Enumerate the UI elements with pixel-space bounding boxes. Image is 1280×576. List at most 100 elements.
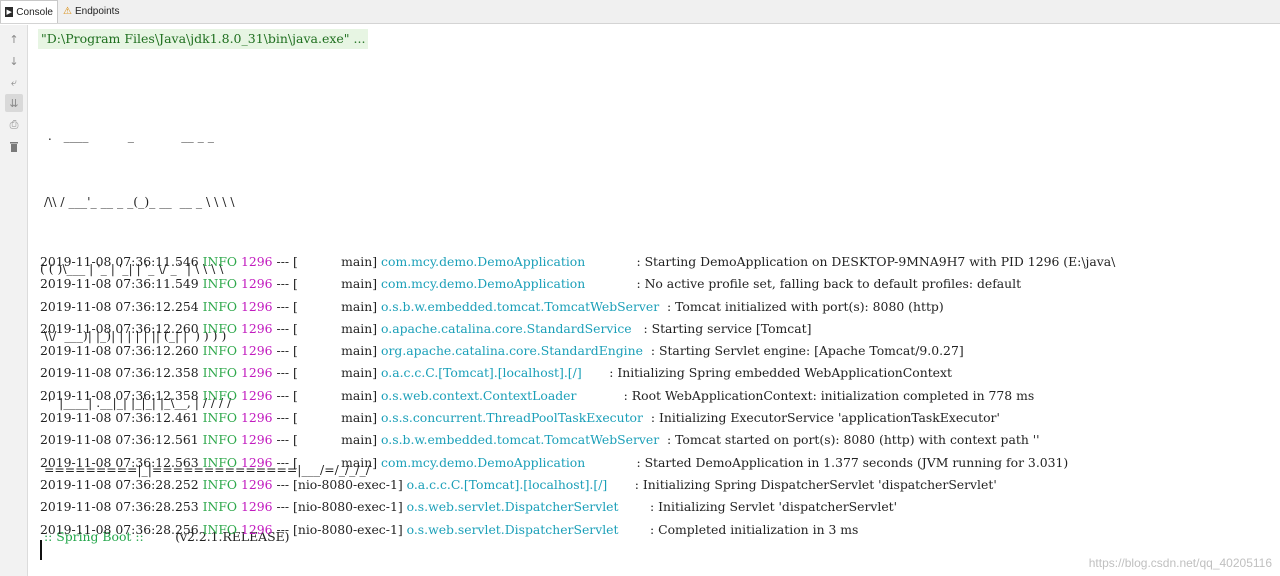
- log-timestamp: 2019-11-08 07:36:12.358: [40, 365, 199, 381]
- log-pid: 1296: [241, 343, 273, 359]
- trash-icon[interactable]: [5, 137, 23, 155]
- log-level: INFO: [202, 499, 238, 515]
- log-timestamp: 2019-11-08 07:36:11.546: [40, 254, 199, 269]
- log-level: INFO: [202, 454, 238, 470]
- log-line: 2019-11-08 07:36:11.549 INFO 1296 --- [ …: [40, 276, 1022, 292]
- log-message: Starting Servlet engine: [Apache Tomcat/…: [658, 343, 964, 359]
- log-timestamp: 2019-11-08 07:36:12.358: [40, 387, 199, 403]
- log-message: No active profile set, falling back to d…: [644, 276, 1022, 292]
- log-level: INFO: [202, 298, 238, 314]
- log-thread: [ main]: [293, 432, 378, 448]
- log-line: 2019-11-08 07:36:12.563 INFO 1296 --- [ …: [40, 454, 1069, 470]
- log-thread: [ main]: [293, 454, 378, 470]
- log-level: INFO: [202, 276, 238, 292]
- log-thread: [ main]: [293, 365, 378, 381]
- log-timestamp: 2019-11-08 07:36:12.461: [40, 410, 199, 426]
- log-pid: 1296: [241, 476, 273, 492]
- log-pid: 1296: [241, 454, 273, 470]
- log-thread: [nio-8080-exec-1]: [293, 521, 403, 537]
- log-level: INFO: [202, 476, 238, 492]
- scroll-to-end-icon[interactable]: ⇊: [5, 94, 23, 112]
- log-pid: 1296: [241, 254, 273, 269]
- log-logger: org.apache.catalina.core.StandardEngine: [381, 343, 647, 359]
- log-thread: [nio-8080-exec-1]: [293, 499, 403, 515]
- log-thread: [ main]: [293, 320, 378, 336]
- log-message: Initializing Spring embedded WebApplicat…: [617, 365, 952, 381]
- log-pid: 1296: [241, 320, 273, 336]
- log-thread: [ main]: [293, 410, 378, 426]
- log-logger: com.mcy.demo.DemoApplication: [381, 454, 633, 470]
- log-timestamp: 2019-11-08 07:36:12.260: [40, 320, 199, 336]
- tab-console-label: Console: [16, 6, 53, 18]
- log-timestamp: 2019-11-08 07:36:12.260: [40, 343, 199, 359]
- text-cursor: [40, 540, 42, 560]
- log-message: Root WebApplicationContext: initializati…: [631, 387, 1035, 403]
- log-thread: [ main]: [293, 298, 378, 314]
- tab-endpoints[interactable]: ⚠ Endpoints: [59, 0, 125, 23]
- log-logger: o.s.web.servlet.DispatcherServlet: [406, 521, 647, 537]
- log-line: 2019-11-08 07:36:12.260 INFO 1296 --- [ …: [40, 343, 964, 359]
- log-timestamp: 2019-11-08 07:36:28.256: [40, 521, 199, 537]
- log-timestamp: 2019-11-08 07:36:12.254: [40, 298, 199, 314]
- log-level: INFO: [202, 320, 238, 336]
- banner-line: /\\ / ___'_ __ _ _(_)_ __ __ _ \ \ \ \: [40, 194, 235, 210]
- tool-window-tabs: ▶ Console ⚠ Endpoints: [0, 0, 1280, 24]
- log-thread: [nio-8080-exec-1]: [293, 476, 403, 492]
- log-logger: o.s.web.servlet.DispatcherServlet: [406, 499, 647, 515]
- log-pid: 1296: [241, 521, 273, 537]
- log-message: Initializing Spring DispatcherServlet 'd…: [642, 476, 997, 492]
- log-level: INFO: [202, 365, 238, 381]
- log-message: Initializing Servlet 'dispatcherServlet': [658, 499, 898, 515]
- endpoints-icon: ⚠: [63, 6, 72, 17]
- log-message: Completed initialization in 3 ms: [658, 521, 859, 537]
- log-logger: o.a.c.c.C.[Tomcat].[localhost].[/]: [381, 365, 606, 381]
- log-level: INFO: [202, 343, 238, 359]
- log-message: Starting service [Tomcat]: [651, 320, 812, 336]
- log-line: 2019-11-08 07:36:11.546 INFO 1296 --- [ …: [40, 254, 1116, 269]
- log-timestamp: 2019-11-08 07:36:28.253: [40, 499, 199, 515]
- log-pid: 1296: [241, 298, 273, 314]
- log-line: 2019-11-08 07:36:12.561 INFO 1296 --- [ …: [40, 432, 1040, 448]
- log-message: Tomcat started on port(s): 8080 (http) w…: [675, 432, 1040, 448]
- log-line: 2019-11-08 07:36:12.358 INFO 1296 --- [ …: [40, 365, 952, 381]
- log-timestamp: 2019-11-08 07:36:12.561: [40, 432, 199, 448]
- java-command: "D:\Program Files\Java\jdk1.8.0_31\bin\j…: [38, 29, 369, 49]
- log-pid: 1296: [241, 410, 273, 426]
- log-line: 2019-11-08 07:36:28.252 INFO 1296 --- [n…: [40, 476, 997, 492]
- log-pid: 1296: [241, 387, 273, 403]
- log-message: Tomcat initialized with port(s): 8080 (h…: [675, 298, 944, 314]
- log-thread: [ main]: [293, 254, 378, 269]
- log-logger: o.s.b.w.embedded.tomcat.TomcatWebServer: [381, 432, 664, 448]
- log-logger: o.s.web.context.ContextLoader: [381, 387, 620, 403]
- log-pid: 1296: [241, 365, 273, 381]
- log-logger: o.a.c.c.C.[Tomcat].[localhost].[/]: [406, 476, 631, 492]
- arrow-down-icon[interactable]: ↓: [5, 52, 23, 70]
- log-line: 2019-11-08 07:36:12.358 INFO 1296 --- [ …: [40, 387, 1035, 403]
- tab-console[interactable]: ▶ Console: [0, 0, 58, 23]
- log-line: 2019-11-08 07:36:12.461 INFO 1296 --- [ …: [40, 410, 1000, 426]
- log-thread: [ main]: [293, 343, 378, 359]
- log-line: 2019-11-08 07:36:28.256 INFO 1296 --- [n…: [40, 521, 859, 537]
- banner-line: . ____ _ __ _ _: [40, 127, 214, 143]
- log-logger: o.s.s.concurrent.ThreadPoolTaskExecutor: [381, 410, 647, 426]
- log-thread: [ main]: [293, 276, 378, 292]
- log-timestamp: 2019-11-08 07:36:28.252: [40, 476, 199, 492]
- log-level: INFO: [202, 521, 238, 537]
- log-logger: o.apache.catalina.core.StandardService: [381, 320, 640, 336]
- log-level: INFO: [202, 432, 238, 448]
- log-timestamp: 2019-11-08 07:36:12.563: [40, 454, 199, 470]
- log-pid: 1296: [241, 499, 273, 515]
- log-message: Starting DemoApplication on DESKTOP-9MNA…: [644, 254, 1116, 269]
- log-message: Started DemoApplication in 1.377 seconds…: [644, 454, 1069, 470]
- log-timestamp: 2019-11-08 07:36:11.549: [40, 276, 199, 292]
- console-icon: ▶: [5, 7, 14, 17]
- log-level: INFO: [202, 254, 238, 269]
- soft-wrap-icon[interactable]: ⤶: [5, 74, 23, 92]
- watermark: https://blog.csdn.net/qq_40205116: [1088, 556, 1272, 570]
- tab-endpoints-label: Endpoints: [74, 6, 120, 17]
- log-logger: com.mcy.demo.DemoApplication: [381, 276, 633, 292]
- log-thread: [ main]: [293, 387, 378, 403]
- print-icon[interactable]: ⎙: [5, 116, 23, 134]
- arrow-up-icon[interactable]: ↑: [5, 30, 23, 48]
- log-pid: 1296: [241, 276, 273, 292]
